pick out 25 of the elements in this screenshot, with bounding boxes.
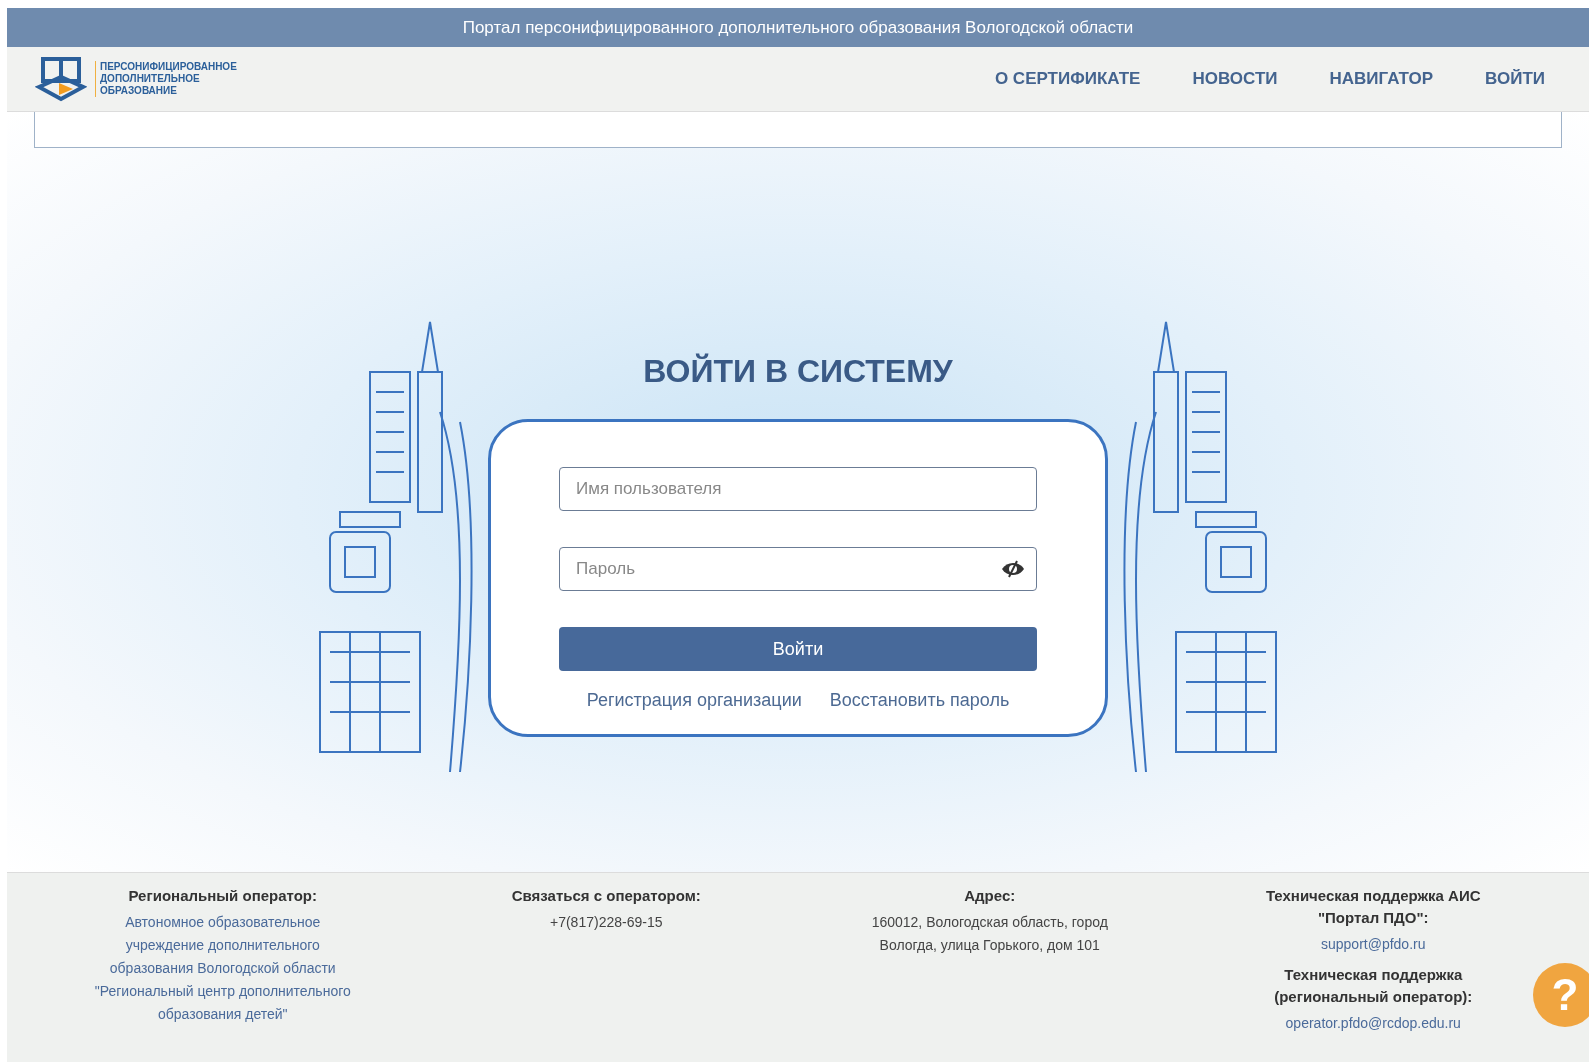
login-link[interactable]: Восстановить пароль: [829, 687, 1010, 714]
footer-link[interactable]: Автономное образовательное учреждение дополнительного образования Вологодской области "Региональный центр дополнительного образования детей": [87, 911, 359, 1026]
footer-heading: Адрес:: [964, 886, 1016, 906]
footer-text: +7(817)228-69-15: [550, 913, 663, 932]
eye-slash-icon[interactable]: [1001, 560, 1025, 578]
logo-text: ДОПОЛНИТЕЛЬНОЕ: [100, 73, 201, 85]
nav-link[interactable]: НОВОСТИ: [1192, 66, 1278, 92]
logo-text: ОБРАЗОВАНИЕ: [100, 85, 178, 97]
footer-heading: Техническая поддержка АИС "Портал ПДО":: [1264, 886, 1482, 928]
footer-heading: Региональный оператор:: [128, 886, 318, 906]
username-field[interactable]: Имя пользователя: [559, 467, 1037, 511]
login-heading: ВОЙТИ В СИСТЕМУ: [643, 352, 953, 391]
footer-link[interactable]: support@pfdo.ru: [1321, 933, 1426, 956]
nav-link[interactable]: НАВИГАТОР: [1329, 66, 1434, 92]
login-button[interactable]: Войти: [559, 627, 1037, 671]
login-link[interactable]: Регистрация организации: [586, 687, 802, 714]
footer-text: 160012, Вологодская область, город Вологда, улица Горького, дом 101: [870, 913, 1109, 955]
footer-link[interactable]: operator.pfdo@rcdop.edu.ru: [1285, 1012, 1461, 1035]
password-field[interactable]: Пароль: [559, 547, 1037, 591]
logo-text: ПЕРСОНИФИЦИРОВАННОЕ: [100, 61, 237, 73]
footer-heading: Техническая поддержка (региональный оператор):: [1273, 965, 1474, 1007]
nav-link[interactable]: О СЕРТИФИКАТЕ: [994, 66, 1141, 92]
footer-heading: Связаться с оператором:: [511, 886, 701, 906]
portal-title-bar: Портал персонифицированного дополнительного образования Вологодской области: [7, 8, 1589, 47]
nav-link[interactable]: ВОЙТИ: [1485, 66, 1545, 92]
